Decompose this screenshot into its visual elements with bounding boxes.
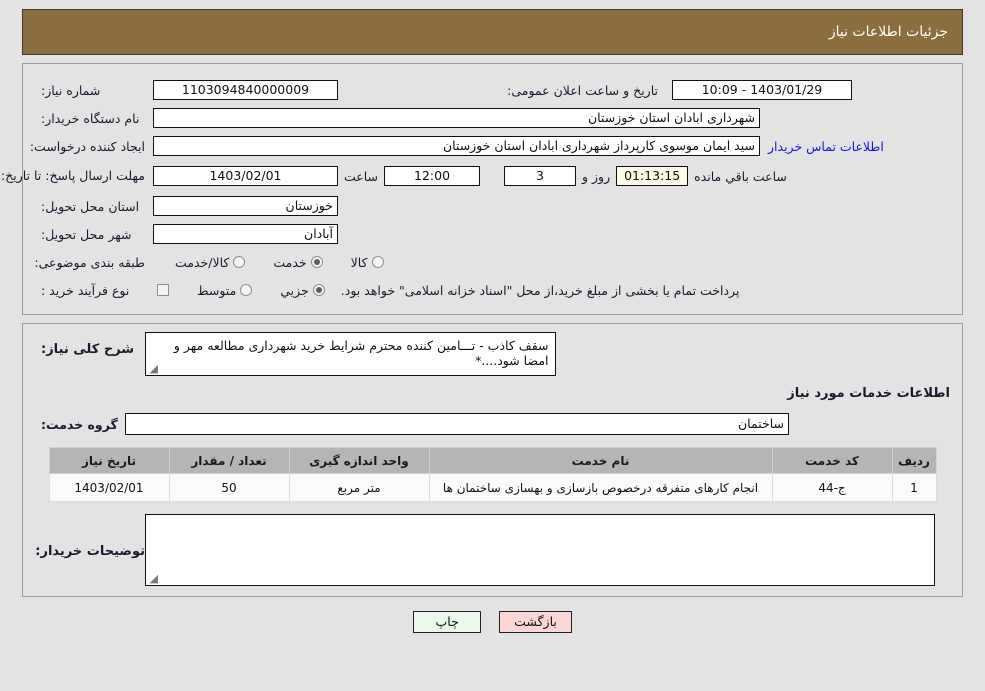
services-panel: سقف کاذب - تـــامین کننده محترم شرایط خر… — [22, 323, 963, 597]
requester-label: ایجاد کننده درخواست: — [29, 138, 145, 154]
cell-service-name: انجام کارهای متفرقه درخصوص بازسازی و بهس… — [428, 473, 773, 502]
need-number-label: شماره نیاز: — [41, 82, 101, 98]
row-city: آبادان شهر محل تحویل: — [33, 220, 952, 248]
treasury-checkbox[interactable] — [157, 284, 169, 296]
process-option-medium[interactable]: متوسط — [197, 283, 258, 298]
col-service-name: نام خدمت — [428, 447, 773, 474]
process-option-medium-label: متوسط — [197, 282, 237, 298]
row-buyer-org: شهرداری ابادان استان خوزستان نام دستگاه … — [33, 104, 952, 132]
announce-datetime-field[interactable]: 10:09 - 1403/01/29 — [672, 80, 852, 100]
back-button[interactable]: بازگشت — [499, 611, 572, 633]
category-option-service[interactable]: خدمت — [273, 255, 328, 270]
general-description-textarea[interactable]: سقف کاذب - تـــامین کننده محترم شرایط خر… — [145, 332, 556, 376]
deadline-label: مهلت ارسال پاسخ: تا تاریخ: — [0, 168, 145, 183]
process-label: نوع فرآیند خرید : — [41, 282, 130, 298]
row-deadline: ساعت باقي مانده 01:13:15 روز و 3 12:00 س… — [0, 160, 952, 192]
category-option-goods-service-label: کالا/خدمت — [175, 254, 230, 270]
category-option-service-label: خدمت — [273, 254, 307, 270]
buyer-notes-textarea[interactable]: ◢ — [145, 514, 935, 586]
row-requester: اطلاعات تماس خریدار سید ایمان موسوی کارپ… — [29, 132, 952, 160]
col-quantity: تعداد / مقدار — [168, 447, 290, 474]
delivery-city-field[interactable]: آبادان — [153, 224, 338, 244]
table-row: 1 ج-44 انجام کارهای متفرقه درخصوص بازساز… — [48, 473, 937, 502]
page-header: جزئیات اطلاعات نیاز — [22, 9, 963, 55]
cell-quantity: 50 — [168, 473, 290, 502]
row-need-number: 10:09 - 1403/01/29 تاریخ و ساعت اعلان عم… — [33, 76, 952, 104]
col-service-code: کد خدمت — [771, 447, 893, 474]
countdown-timer-field: 01:13:15 — [616, 166, 689, 186]
col-unit: واحد اندازه گیری — [288, 447, 430, 474]
resize-grip-icon[interactable]: ◢ — [148, 363, 158, 374]
row-province: خوزستان استان محل تحویل: — [33, 192, 952, 220]
service-group-field[interactable]: ساختمان — [125, 413, 789, 435]
category-option-goods[interactable]: کالا — [351, 255, 390, 270]
need-info-panel: 10:09 - 1403/01/29 تاریخ و ساعت اعلان عم… — [0, 63, 963, 315]
services-section-title: اطلاعات خدمات مورد نیاز — [787, 386, 950, 401]
row-service-group: ساختمان گروه خدمت: — [33, 413, 952, 435]
footer-actions: بازگشت چاپ — [0, 611, 985, 633]
radio-icon-service[interactable] — [310, 256, 323, 268]
days-remaining-field: 3 — [504, 166, 577, 186]
cell-service-code: ج-44 — [771, 473, 893, 502]
table-header-row: ردیف کد خدمت نام خدمت واحد اندازه گیری ت… — [48, 447, 937, 474]
row-buyer-notes: ◢ توضیحات خریدار: — [33, 514, 952, 586]
treasury-note-text: پرداخت تمام یا بخشی از مبلغ خرید،از محل … — [340, 282, 740, 298]
general-description-text: سقف کاذب - تـــامین کننده محترم شرایط خر… — [173, 338, 549, 368]
process-option-minor[interactable]: جزیي — [280, 283, 331, 298]
radio-icon-goods-service[interactable] — [233, 256, 246, 268]
buyer-org-field[interactable]: شهرداری ابادان استان خوزستان — [153, 108, 760, 128]
page-title: جزئیات اطلاعات نیاز — [828, 24, 948, 40]
deadline-date-field[interactable]: 1403/02/01 — [153, 166, 338, 186]
radio-icon-medium[interactable] — [240, 284, 253, 296]
process-option-minor-label: جزیي — [280, 282, 309, 298]
deadline-time-field[interactable]: 12:00 — [384, 166, 481, 186]
cell-unit: متر مربع — [288, 473, 430, 502]
countdown-remaining-label: ساعت باقي مانده — [694, 168, 787, 184]
services-table: ردیف کد خدمت نام خدمت واحد اندازه گیری ت… — [48, 447, 937, 502]
resize-grip-icon[interactable]: ◢ — [148, 573, 158, 584]
row-general-description: سقف کاذب - تـــامین کننده محترم شرایط خر… — [33, 332, 952, 376]
delivery-province-label: استان محل تحویل: — [41, 198, 140, 214]
category-label: طبقه بندی موضوعی: — [34, 254, 145, 270]
general-description-label: شرح کلی نیاز: — [41, 342, 135, 357]
cell-row-no: 1 — [891, 473, 937, 502]
category-option-goods-service[interactable]: کالا/خدمت — [175, 255, 251, 270]
print-button[interactable]: چاپ — [413, 611, 482, 633]
col-row-no: ردیف — [891, 447, 937, 474]
row-process: پرداخت تمام یا بخشی از مبلغ خرید،از محل … — [33, 276, 952, 304]
need-number-field[interactable]: 1103094840000009 — [153, 80, 338, 100]
days-label: روز و — [582, 168, 611, 184]
announce-datetime-label: تاریخ و ساعت اعلان عمومی: — [507, 82, 658, 98]
buyer-contact-link[interactable]: اطلاعات تماس خریدار — [760, 139, 892, 154]
radio-icon-goods[interactable] — [371, 256, 384, 268]
row-category: کالا خدمت کالا/خدمت طبقه بندی موضوعی: — [33, 248, 952, 276]
service-group-label: گروه خدمت: — [41, 416, 118, 432]
category-option-goods-label: کالا — [350, 254, 368, 270]
buyer-notes-label: توضیحات خریدار: — [35, 544, 145, 559]
buyer-org-label: نام دستگاه خریدار: — [41, 110, 140, 126]
radio-icon-minor[interactable] — [312, 284, 325, 296]
requester-field[interactable]: سید ایمان موسوی کارپرداز شهرداری ابادان … — [153, 136, 760, 156]
hour-label: ساعت — [344, 168, 379, 184]
delivery-city-label: شهر محل تحویل: — [41, 226, 132, 242]
col-need-date: تاریخ نیاز — [48, 447, 170, 474]
delivery-province-field[interactable]: خوزستان — [153, 196, 338, 216]
cell-need-date: 1403/02/01 — [48, 473, 170, 502]
